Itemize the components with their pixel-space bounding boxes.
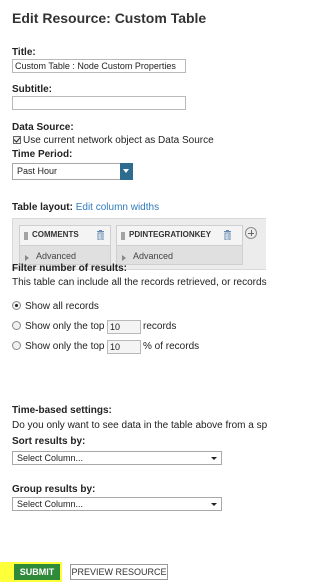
- top-percent-input[interactable]: 10: [107, 340, 141, 354]
- subtitle-input[interactable]: [12, 96, 186, 110]
- page-title: Edit Resource: Custom Table: [12, 10, 207, 26]
- group-select[interactable]: Select Column...: [12, 497, 222, 511]
- column-name: PDINTEGRATIONKEY: [129, 230, 212, 239]
- radio-top-records[interactable]: [12, 321, 21, 330]
- time-period-select[interactable]: Past Hour: [12, 163, 133, 180]
- radio-top-records-prefix: Show only the top: [25, 321, 105, 332]
- group-label: Group results by:: [12, 484, 96, 495]
- top-records-input[interactable]: 10: [107, 320, 141, 334]
- radio-top-records-suffix: records: [143, 321, 177, 332]
- drag-grip-icon[interactable]: [24, 232, 28, 240]
- trash-icon[interactable]: [96, 230, 105, 240]
- filter-description: This table can include all the records r…: [12, 277, 267, 288]
- preview-resource-button[interactable]: PREVIEW RESOURCE: [70, 564, 168, 580]
- expand-triangle-icon[interactable]: [122, 255, 129, 261]
- data-source-checkbox[interactable]: [13, 136, 21, 144]
- data-source-checkbox-label: Use current network object as Data Sourc…: [23, 135, 214, 146]
- radio-top-percent-suffix: % of records: [143, 341, 200, 352]
- edit-column-widths-link[interactable]: Edit column widths: [76, 202, 159, 213]
- expand-triangle-icon[interactable]: [25, 255, 32, 261]
- radio-top-percent[interactable]: [12, 341, 21, 350]
- time-based-label: Time-based settings:: [12, 405, 112, 416]
- data-source-label: Data Source:: [12, 122, 74, 133]
- sort-label: Sort results by:: [12, 436, 86, 447]
- filter-label: Filter number of results:: [12, 263, 128, 274]
- column-header: PDINTEGRATIONKEY: [117, 226, 242, 246]
- advanced-toggle[interactable]: Advanced: [36, 251, 76, 261]
- column-header: COMMENTS: [20, 226, 110, 246]
- sort-select[interactable]: Select Column...: [12, 451, 222, 465]
- radio-top-percent-prefix: Show only the top: [25, 341, 105, 352]
- title-input[interactable]: Custom Table : Node Custom Properties: [12, 59, 186, 73]
- time-period-label: Time Period:: [12, 149, 73, 160]
- time-period-selected: Past Hour: [17, 166, 58, 176]
- column-card[interactable]: PDINTEGRATIONKEY Advanced: [116, 225, 243, 265]
- radio-show-all[interactable]: [12, 301, 21, 310]
- column-card[interactable]: COMMENTS Advanced: [19, 225, 111, 265]
- drag-grip-icon[interactable]: [121, 232, 125, 240]
- plus-circle-icon[interactable]: [245, 227, 257, 239]
- subtitle-label: Subtitle:: [12, 84, 52, 95]
- time-based-description: Do you only want to see data in the tabl…: [12, 420, 268, 431]
- advanced-toggle[interactable]: Advanced: [133, 251, 173, 261]
- radio-show-all-label: Show all records: [25, 301, 99, 312]
- title-label: Title:: [12, 47, 36, 58]
- column-name: COMMENTS: [32, 230, 79, 239]
- table-layout-label: Table layout: Edit column widths: [12, 202, 160, 213]
- trash-icon[interactable]: [223, 230, 232, 240]
- chevron-down-icon[interactable]: [120, 163, 133, 180]
- submit-button[interactable]: SUBMIT: [14, 564, 60, 580]
